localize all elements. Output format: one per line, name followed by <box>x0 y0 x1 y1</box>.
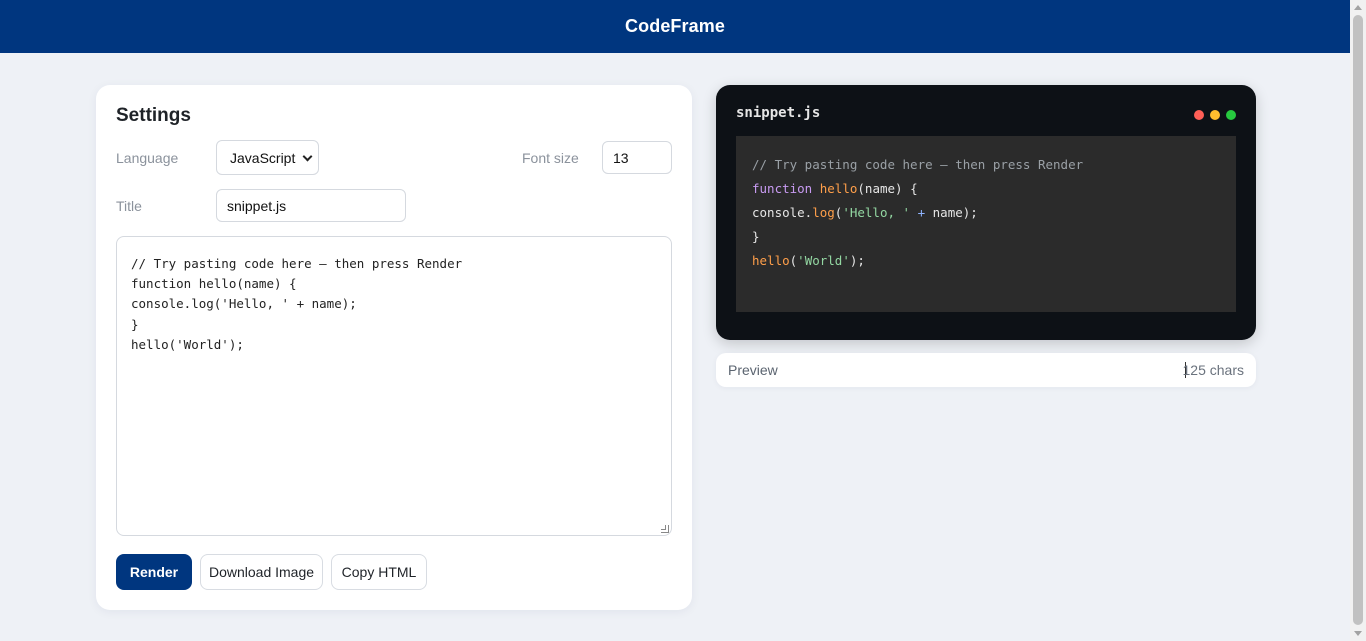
settings-heading: Settings <box>116 105 191 126</box>
title-input[interactable]: snippet.js <box>216 189 406 222</box>
window-minimize-dot-icon <box>1210 110 1220 120</box>
code-line: // Try pasting code here — then press Re… <box>131 256 463 271</box>
code-function: hello <box>819 181 858 196</box>
page-scrollbar[interactable] <box>1350 0 1366 641</box>
language-select[interactable]: JavaScript <box>216 140 319 175</box>
code-line: } <box>752 225 1220 249</box>
resize-handle[interactable] <box>661 525 669 533</box>
code-preview-frame: snippet.js // Try pasting code here — th… <box>716 85 1256 340</box>
char-count: 125 chars <box>1182 362 1244 378</box>
code-line: hello('World'); <box>131 336 244 352</box>
title-value: snippet.js <box>227 197 287 214</box>
code-string: 'World' <box>797 253 850 268</box>
window-close-dot-icon <box>1194 110 1204 120</box>
preview-status-bar: Preview 125 chars <box>716 353 1256 387</box>
code-text: console. <box>752 205 813 220</box>
code-editor[interactable]: // Try pasting code here — then press Re… <box>116 236 672 536</box>
app-brand: CodeFrame <box>625 16 725 36</box>
scroll-up-arrow-icon[interactable] <box>1354 5 1362 10</box>
language-label: Language <box>116 150 179 166</box>
render-button[interactable]: Render <box>116 554 192 590</box>
language-select-value: JavaScript <box>230 149 296 166</box>
settings-panel: Settings Language JavaScript Font size 1… <box>96 85 692 610</box>
code-line: console.log('Hello, ' + name); <box>752 201 1220 225</box>
code-text: name); <box>932 205 978 220</box>
chevron-down-icon <box>302 151 313 162</box>
code-text: } <box>752 229 760 244</box>
code-line: hello('World'); <box>752 249 1220 273</box>
code-keyword: function <box>752 181 813 196</box>
font-size-value: 13 <box>613 149 629 166</box>
font-size-input[interactable]: 13 <box>602 141 672 174</box>
title-label: Title <box>116 198 142 214</box>
window-maximize-dot-icon <box>1226 110 1236 120</box>
code-text: (name) { <box>857 181 918 196</box>
code-function: hello <box>752 253 790 268</box>
font-size-label: Font size <box>522 150 579 166</box>
top-bar: CodeFrame <box>0 0 1350 53</box>
download-image-button[interactable]: Download Image <box>200 554 323 590</box>
code-text: ); <box>849 253 865 268</box>
copy-html-button[interactable]: Copy HTML <box>331 554 427 590</box>
code-operator: + <box>917 205 926 220</box>
code-line: function hello(name) { <box>131 276 297 292</box>
code-string: 'Hello, ' <box>842 205 911 220</box>
code-line: console.log('Hello, ' + name); <box>131 296 357 312</box>
code-line: function hello(name) { <box>752 177 1220 201</box>
scroll-down-arrow-icon[interactable] <box>1354 631 1362 636</box>
preview-label: Preview <box>728 362 778 378</box>
scrollbar-thumb[interactable] <box>1353 15 1363 625</box>
code-comment: // Try pasting code here — then press Re… <box>752 157 1084 172</box>
code-line: } <box>131 316 139 332</box>
highlighted-code: // Try pasting code here — then press Re… <box>736 136 1236 312</box>
preview-file-title: snippet.js <box>736 105 821 121</box>
code-line: // Try pasting code here — then press Re… <box>752 153 1220 177</box>
code-function: log <box>812 205 835 220</box>
